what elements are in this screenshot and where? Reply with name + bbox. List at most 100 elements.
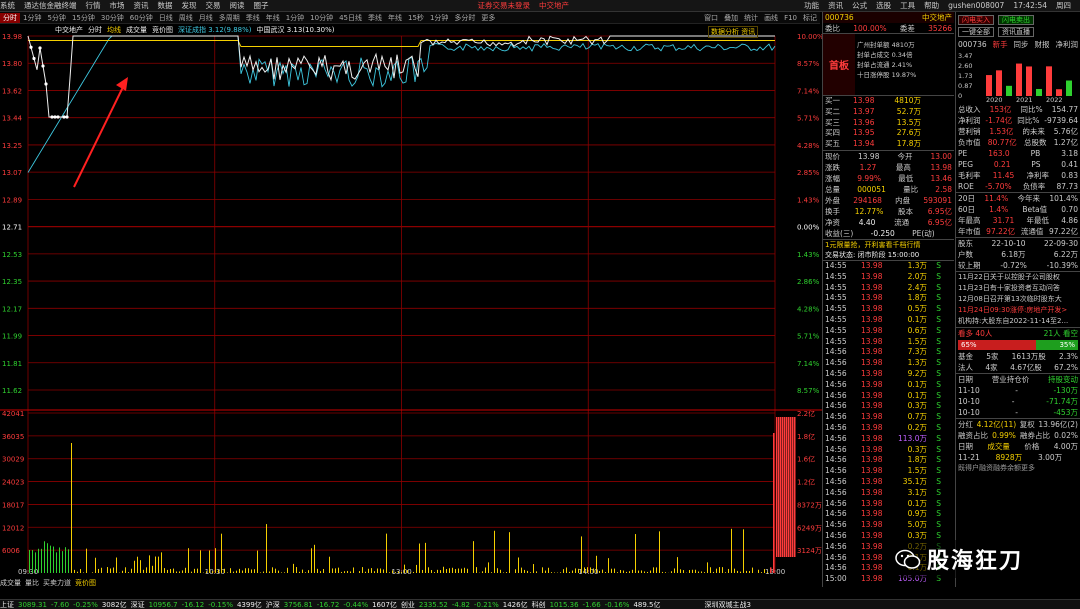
period-tab-10min[interactable]: 10分钟 <box>307 13 336 23</box>
toolbar-stats[interactable]: 统计 <box>741 13 761 23</box>
volume-bar <box>623 570 624 573</box>
menu-item-circle[interactable]: 圈子 <box>254 0 269 11</box>
index-pct: -0.44% <box>343 600 369 609</box>
volume-bar <box>389 572 390 573</box>
f10-tab-sync[interactable]: 同步 <box>1014 39 1029 50</box>
news-item[interactable]: 11月24日09:30涨停:房地产开发> <box>958 305 1078 316</box>
volume-bar <box>74 569 75 573</box>
menu-item-news[interactable]: 资讯 <box>134 0 149 11</box>
orderbook-row[interactable]: 买五 13.94 17.8万 <box>823 139 954 150</box>
period-tab-quarter[interactable]: 季线 <box>243 13 263 23</box>
sentiment-bar[interactable]: 65% 35% <box>958 340 1078 350</box>
menu-item-tools[interactable]: 工具 <box>900 0 915 11</box>
period-tab-30min[interactable]: 30分钟 <box>98 13 127 23</box>
trade-price: 13.98 <box>861 466 883 476</box>
toolbar-overlay[interactable]: 叠加 <box>721 13 741 23</box>
period-tab-multi[interactable]: 多周期 <box>216 13 243 23</box>
period-tab-multi-intraday[interactable]: 多分时 <box>451 13 478 23</box>
period-tab-1min[interactable]: 1分钟 <box>20 13 44 23</box>
menu-item-function[interactable]: 功能 <box>804 0 819 11</box>
volume-bar <box>671 571 672 573</box>
volume-bar <box>392 570 393 573</box>
period-tab-1min-b[interactable]: 1分钟 <box>283 13 307 23</box>
index-name[interactable]: 沪深 <box>266 600 280 609</box>
menu-item-info[interactable]: 资讯 <box>828 0 843 11</box>
indicator-tab-volume[interactable]: 成交量 <box>0 578 21 587</box>
data-analysis-tag[interactable]: 数据分析 资讯 <box>708 26 759 38</box>
volume-bar <box>410 572 411 573</box>
inst-rows-row: 法人 4家 4.67亿股 67.2% <box>958 362 1078 373</box>
period-tab-15min[interactable]: 15分钟 <box>69 13 98 23</box>
menu-item-data[interactable]: 数据 <box>158 0 173 11</box>
trade-login-alert[interactable]: 证券交易未登录 <box>478 0 531 11</box>
menu-item-select[interactable]: 选股 <box>876 0 891 11</box>
period-tab-5min[interactable]: 5分钟 <box>44 13 68 23</box>
menu-item-discover[interactable]: 发现 <box>182 0 197 11</box>
perf-rows-row: 年最高 31.71 年最低 4.86 <box>958 215 1078 226</box>
one-click-all-button[interactable]: 一键全部 <box>958 27 994 37</box>
pct-tick-label: 8.57% <box>797 60 820 68</box>
performance-rows: 20日 11.4% 今年来 101.4% 60日 1.4% Beta值 0.70 年最高 31.7… <box>956 193 1080 237</box>
orderbook-row[interactable]: 买三 13.96 13.5万 <box>823 118 954 129</box>
indicator-tab-ratio[interactable]: 量比 <box>25 578 39 587</box>
toolbar-window[interactable]: 窗口 <box>701 13 721 23</box>
volume-bar <box>491 572 492 573</box>
menu-item-formula[interactable]: 公式 <box>852 0 867 11</box>
period-tab-more[interactable]: 更多 <box>478 13 498 23</box>
f10-tab-profit[interactable]: 净利润 <box>1055 39 1078 50</box>
trade-ticks[interactable]: 14:55 13.98 1.3万 S 14:55 13.98 2.0万 S 14:55 13.98… <box>823 261 954 585</box>
index-amt: 1426亿 <box>502 600 528 609</box>
index-pct: -0.16% <box>604 600 630 609</box>
period-tab-45day[interactable]: 45日线 <box>336 13 365 23</box>
f10-tab-novice[interactable]: 新手 <box>993 39 1008 50</box>
cell: 总收入 <box>958 105 981 114</box>
volume-bar <box>521 567 522 573</box>
orderbook-row[interactable]: 买四 13.95 27.6万 <box>823 128 954 139</box>
index-name[interactable]: 上证 <box>0 600 14 609</box>
toolbar-f10[interactable]: F10 <box>781 14 800 22</box>
period-tab-quarter-b[interactable]: 季线 <box>365 13 385 23</box>
indicator-tab-force[interactable]: 买卖力道 <box>43 578 71 587</box>
closing-volume-bar <box>776 417 778 557</box>
trade-side: S <box>936 379 941 389</box>
closing-volume-bar <box>782 417 784 557</box>
period-tab-1min-c[interactable]: 1分钟 <box>427 13 451 23</box>
news-item[interactable]: 11月23日有十家投资者互动问答 <box>958 283 1078 294</box>
orderbook-row[interactable]: 买一 13.98 4810万 <box>823 96 954 107</box>
index-name[interactable]: 科创 <box>532 600 546 609</box>
menu-item-trade[interactable]: 交易 <box>206 0 221 11</box>
menu-item-quotes[interactable]: 行情 <box>86 0 101 11</box>
toolbar-mark[interactable]: 标记 <box>800 13 820 23</box>
period-tab-15sec[interactable]: 15秒 <box>405 13 427 23</box>
period-tab-day[interactable]: 日线 <box>156 13 176 23</box>
intraday-chart[interactable]: 13.98 10.00% 13.80 8.57% 13.62 7.14% 13.44 5.71… <box>0 25 822 578</box>
orderbook-row[interactable]: 买二 13.97 52.7万 <box>823 107 954 118</box>
index-name[interactable]: 创业 <box>401 600 415 609</box>
f10-tab-report[interactable]: 财报 <box>1035 39 1050 50</box>
toolbar-draw[interactable]: 画线 <box>761 13 781 23</box>
index-name[interactable]: 深证 <box>131 600 145 609</box>
period-tab-week[interactable]: 周线 <box>176 13 196 23</box>
menu-item-system[interactable]: 系统 <box>0 0 15 11</box>
menu-item-help[interactable]: 帮助 <box>924 0 939 11</box>
margin-note[interactable]: 既得户融资融券余额更多 <box>956 463 1080 473</box>
promo-notice[interactable]: 1元限量抢，开利害看千档行情 <box>825 240 952 250</box>
menu-item-read[interactable]: 阅读 <box>230 0 245 11</box>
news-item[interactable]: 11月22日关于以控股子公司股权 <box>958 272 1078 283</box>
indicator-tab-auction[interactable]: 竞价图 <box>75 578 96 587</box>
flash-buy-button[interactable]: 闪电买入 <box>958 15 994 25</box>
news-item[interactable]: 机构持:大股东自2022-11-14至2... <box>958 316 1078 327</box>
period-tab-intraday[interactable]: 分时 <box>0 12 20 23</box>
period-tab-year[interactable]: 年线 <box>263 13 283 23</box>
news-live-button[interactable]: 资讯直播 <box>998 27 1034 37</box>
pct-tick-label: 2.86% <box>797 278 820 286</box>
flash-sell-button[interactable]: 闪电卖出 <box>998 15 1034 25</box>
menu-item-market[interactable]: 市场 <box>110 0 125 11</box>
period-tab-month[interactable]: 月线 <box>196 13 216 23</box>
volume-bar <box>710 567 711 573</box>
trade-price: 13.98 <box>861 509 883 519</box>
news-item[interactable]: 12月08日召开第13次临时股东大 <box>958 294 1078 305</box>
period-tab-60min[interactable]: 60分钟 <box>127 13 156 23</box>
volume-bar <box>266 524 267 573</box>
period-tab-year-b[interactable]: 年线 <box>385 13 405 23</box>
